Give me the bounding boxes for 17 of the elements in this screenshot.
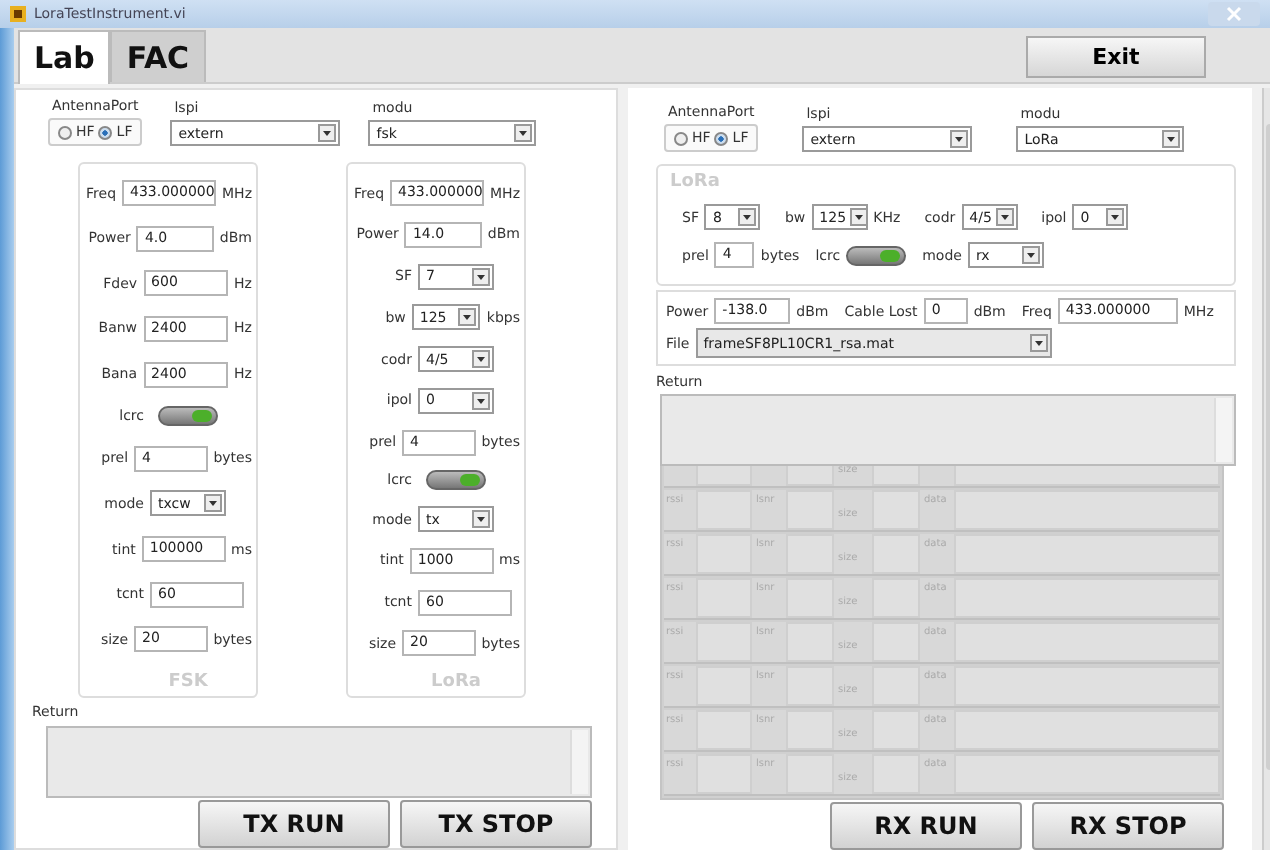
scrollbar[interactable]	[570, 730, 588, 794]
tab[interactable]: FAC	[110, 30, 206, 82]
run-button[interactable]: RX RUN	[830, 802, 1022, 850]
toggle-switch[interactable]	[158, 406, 218, 427]
radio-button[interactable]	[714, 131, 729, 145]
toggle-switch[interactable]	[846, 245, 907, 265]
app-icon	[10, 6, 26, 22]
scrollbar[interactable]	[1214, 398, 1232, 462]
toggle-switch[interactable]	[426, 470, 486, 491]
tab[interactable]: Lab	[18, 30, 111, 84]
stop-button[interactable]: TX STOP	[400, 800, 592, 848]
exit-button[interactable]: Exit	[1026, 36, 1206, 78]
radio-button[interactable]	[58, 125, 72, 139]
stop-button[interactable]: RX STOP	[1032, 802, 1224, 850]
radio-button[interactable]	[98, 125, 113, 139]
run-button[interactable]: TX RUN	[198, 800, 390, 848]
radio-button[interactable]	[674, 131, 688, 145]
